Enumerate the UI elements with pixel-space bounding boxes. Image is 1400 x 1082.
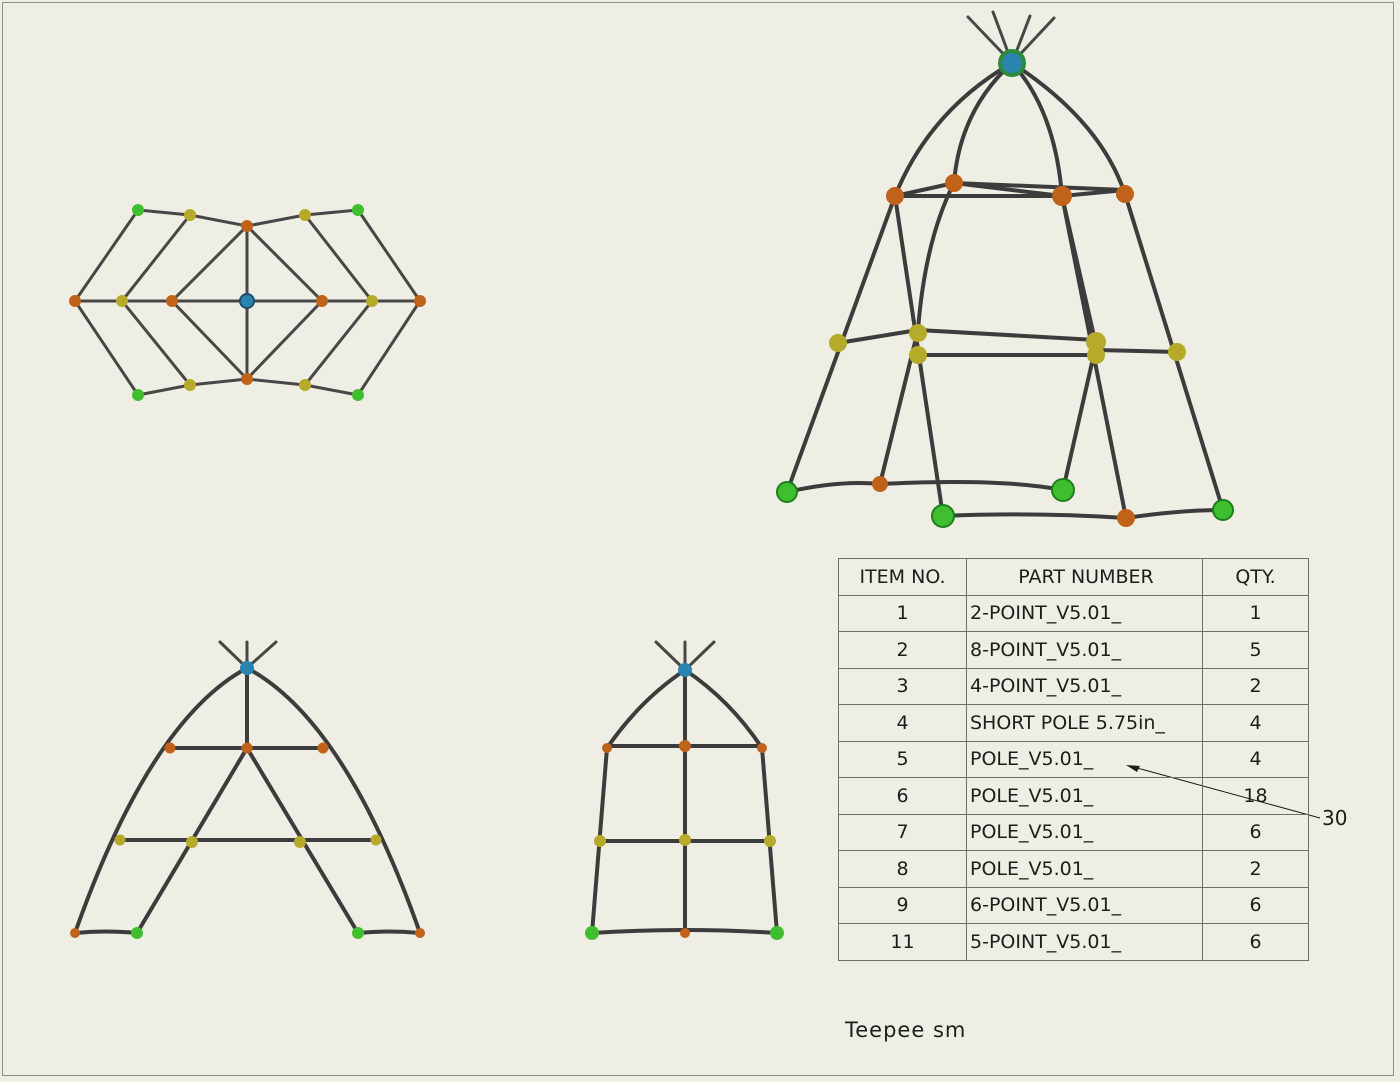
bom-item-cell: 4 [838,704,967,742]
bom-row: 7 POLE_V5.01_ 6 [838,813,1309,851]
bom-part-cell: 8-POINT_V5.01_ [966,631,1203,669]
bom-header-part: PART NUMBER [966,558,1203,596]
bom-qty-cell: 6 [1202,813,1309,851]
bom-item-cell: 3 [838,667,967,705]
bom-qty-cell: 4 [1202,740,1309,778]
bom-row: 5 POLE_V5.01_ 4 [838,740,1309,778]
bom-row: 1 2-POINT_V5.01_ 1 [838,594,1309,632]
hub-connector-icon [239,293,255,309]
bill-of-materials-table: ITEM NO. PART NUMBER QTY. 1 2-POINT_V5.01… [838,558,1309,961]
bom-qty-cell: 5 [1202,631,1309,669]
bom-qty-cell: 1 [1202,594,1309,632]
bom-row: 4 SHORT POLE 5.75in_ 4 [838,704,1309,742]
bom-item-cell: 9 [838,886,967,924]
bom-header-item: ITEM NO. [838,558,967,596]
bom-qty-cell: 4 [1202,704,1309,742]
bom-header-qty: QTY. [1202,558,1309,596]
bom-qty-cell: 2 [1202,850,1309,888]
bom-qty-cell: 18 [1202,777,1309,815]
bom-part-cell: SHORT POLE 5.75in_ [966,704,1203,742]
front-view [70,640,425,939]
bom-item-cell: 11 [838,923,967,961]
bom-part-cell: 5-POINT_V5.01_ [966,923,1203,961]
bom-item-cell: 5 [838,740,967,778]
bom-item-cell: 6 [838,777,967,815]
bom-part-cell: 4-POINT_V5.01_ [966,667,1203,705]
bom-item-cell: 8 [838,850,967,888]
bom-qty-cell: 2 [1202,667,1309,705]
drawing-sheet: ITEM NO. PART NUMBER QTY. 1 2-POINT_V5.01… [0,0,1400,1082]
bom-item-cell: 2 [838,631,967,669]
bom-row: 9 6-POINT_V5.01_ 6 [838,886,1309,924]
drawing-title: Teepee sm [845,1018,967,1042]
bom-row: 2 8-POINT_V5.01_ 5 [838,631,1309,669]
bom-qty-cell: 6 [1202,886,1309,924]
bom-part-cell: POLE_V5.01_ [966,850,1203,888]
bom-part-cell: 2-POINT_V5.01_ [966,594,1203,632]
bom-item-cell: 7 [838,813,967,851]
bom-part-cell: POLE_V5.01_ [966,813,1203,851]
bom-item-cell: 1 [838,594,967,632]
hub-connector-icon [998,49,1026,77]
bom-row: 11 5-POINT_V5.01_ 6 [838,923,1309,961]
bom-row: 8 POLE_V5.01_ 2 [838,850,1309,888]
isometric-view [776,10,1234,528]
bom-qty-cell: 6 [1202,923,1309,961]
side-view [585,640,784,940]
bom-row: 3 4-POINT_V5.01_ 2 [838,667,1309,705]
bom-header-row: ITEM NO. PART NUMBER QTY. [838,558,1309,596]
item-balloon: 30 [1322,806,1348,830]
bom-part-cell: POLE_V5.01_ [966,777,1203,815]
bom-part-cell: POLE_V5.01_ [966,740,1203,778]
top-view [69,204,426,401]
bom-part-cell: 6-POINT_V5.01_ [966,886,1203,924]
bom-row: 6 POLE_V5.01_ 18 [838,777,1309,815]
